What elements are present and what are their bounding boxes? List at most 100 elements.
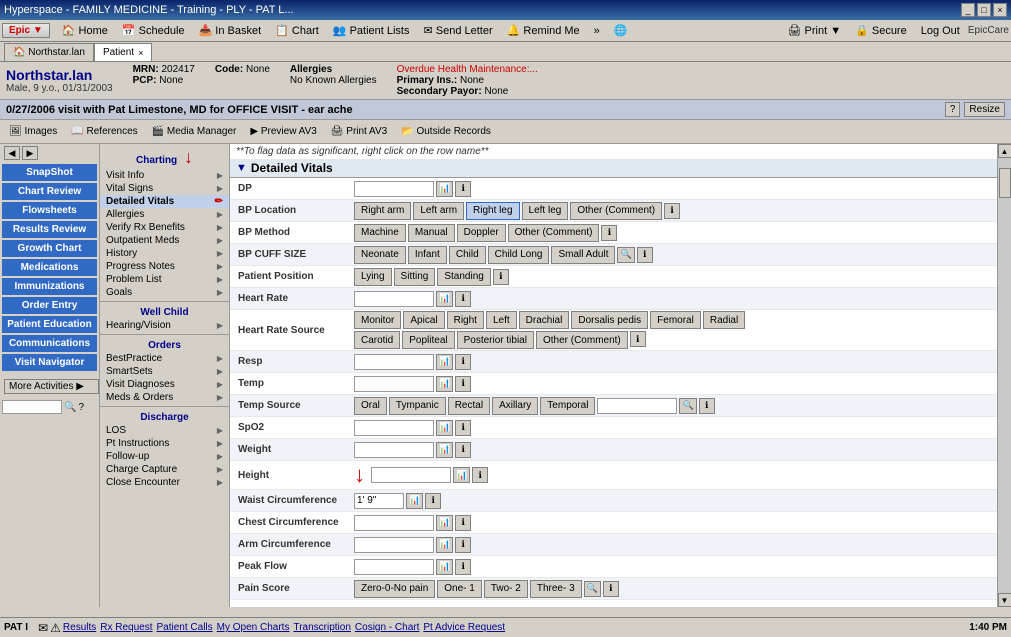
pain-info-btn[interactable]: ℹ (603, 581, 619, 597)
hr-source-apical[interactable]: Apical (403, 311, 444, 329)
hr-source-popliteal[interactable]: Popliteal (402, 331, 454, 349)
close-btn[interactable]: × (993, 3, 1007, 17)
dp-input[interactable] (354, 181, 434, 197)
temp-info-btn[interactable]: ℹ (455, 376, 471, 392)
charting-bestpractice[interactable]: BestPractice ▶ (100, 352, 229, 365)
temp-source-info-btn[interactable]: ℹ (699, 398, 715, 414)
bp-cuff-search-btn[interactable]: 🔍 (617, 247, 634, 263)
temp-tympanic[interactable]: Tympanic (389, 397, 446, 415)
peak-flow-input[interactable] (354, 559, 434, 575)
chest-info-btn[interactable]: ℹ (455, 515, 471, 531)
pain-three[interactable]: Three- 3 (530, 580, 582, 598)
pain-two[interactable]: Two- 2 (484, 580, 528, 598)
pos-lying[interactable]: Lying (354, 268, 392, 286)
bp-method-other[interactable]: Other (Comment) (508, 224, 600, 242)
charting-visit-info[interactable]: Visit Info ▶ (100, 169, 229, 182)
hr-source-femoral[interactable]: Femoral (650, 311, 701, 329)
spo2-input[interactable] (354, 420, 434, 436)
charting-goals[interactable]: Goals ▶ (100, 286, 229, 299)
bp-loc-other[interactable]: Other (Comment) (570, 202, 662, 220)
temp-axillary[interactable]: Axillary (492, 397, 538, 415)
charting-history[interactable]: History ▶ (100, 247, 229, 260)
charting-meds-orders[interactable]: Meds & Orders ▶ (100, 391, 229, 404)
bp-loc-right-leg[interactable]: Right leg (466, 202, 519, 220)
peak-flow-info-btn[interactable]: ℹ (455, 559, 471, 575)
scroll-up-btn[interactable]: ▲ (998, 144, 1011, 158)
hr-source-radial[interactable]: Radial (703, 311, 745, 329)
pos-standing[interactable]: Standing (437, 268, 490, 286)
charting-hearing-vision[interactable]: Hearing/Vision ▶ (100, 319, 229, 332)
hr-source-drachial[interactable]: Drachial (519, 311, 570, 329)
overdue-health-maintenance[interactable]: Overdue Health Maintenance:... (397, 64, 538, 75)
bp-method-info-btn[interactable]: ℹ (601, 225, 617, 241)
hr-source-other[interactable]: Other (Comment) (536, 331, 628, 349)
maximize-btn[interactable]: □ (977, 3, 991, 17)
scroll-down-btn[interactable]: ▼ (998, 593, 1011, 607)
dp-info-btn[interactable]: ℹ (455, 181, 471, 197)
resize-btn[interactable]: Resize (964, 102, 1005, 117)
bp-cuff-info-btn[interactable]: ℹ (637, 247, 653, 263)
vitals-collapse-icon[interactable]: ▼ (236, 162, 247, 174)
menu-web[interactable]: 🌐 (608, 22, 634, 39)
sidebar-immunizations[interactable]: Immunizations (2, 278, 97, 295)
resp-chart-btn[interactable]: 📊 (436, 354, 453, 370)
scroll-thumb[interactable] (999, 168, 1011, 198)
sidebar-order-entry[interactable]: Order Entry (2, 297, 97, 314)
arm-info-btn[interactable]: ℹ (455, 537, 471, 553)
more-activities-btn[interactable]: More Activities ▶ (4, 379, 99, 394)
bp-loc-left-arm[interactable]: Left arm (413, 202, 464, 220)
search-icon[interactable]: 🔍 (64, 402, 76, 413)
heart-rate-chart-btn[interactable]: 📊 (436, 291, 453, 307)
charting-allergies[interactable]: Allergies ▶ (100, 208, 229, 221)
charting-pt-instructions[interactable]: Pt Instructions ▶ (100, 437, 229, 450)
minimize-btn[interactable]: _ (961, 3, 975, 17)
help-icon[interactable]: ? (78, 402, 84, 413)
charting-problem-list[interactable]: Problem List ▶ (100, 273, 229, 286)
tab-northstar[interactable]: 🏠 Northstar.lan (4, 43, 94, 61)
temp-rectal[interactable]: Rectal (448, 397, 490, 415)
sidebar-search-input[interactable] (2, 400, 62, 414)
hr-source-right[interactable]: Right (447, 311, 484, 329)
chest-chart-btn[interactable]: 📊 (436, 515, 453, 531)
temp-source-input[interactable] (597, 398, 677, 414)
sidebar-visit-navigator[interactable]: Visit Navigator (2, 354, 97, 371)
menu-print[interactable]: 🖨 Print ▼ (782, 22, 848, 39)
toolbar-references[interactable]: 📖 References (68, 125, 140, 138)
sidebar-patient-education[interactable]: Patient Education (2, 316, 97, 333)
hr-source-posterior[interactable]: Posterior tibial (457, 331, 534, 349)
sidebar-growth-chart[interactable]: Growth Chart (2, 240, 97, 257)
bp-cuff-infant[interactable]: Infant (408, 246, 447, 264)
height-chart-btn[interactable]: 📊 (453, 467, 470, 483)
height-input[interactable] (371, 467, 451, 483)
charting-detailed-vitals[interactable]: Detailed Vitals ✏ (100, 195, 229, 208)
sidebar-medications[interactable]: Medications (2, 259, 97, 276)
status-warning-icon[interactable]: ⚠ (50, 621, 61, 635)
weight-info-btn[interactable]: ℹ (455, 442, 471, 458)
toolbar-print-av3[interactable]: 🖨 Print AV3 (328, 125, 390, 138)
nav-back-btn[interactable]: ◀ (4, 146, 20, 160)
menu-logout[interactable]: Log Out (915, 23, 966, 39)
nav-forward-btn[interactable]: ▶ (22, 146, 38, 160)
charting-los[interactable]: LOS ▶ (100, 424, 229, 437)
menu-in-basket[interactable]: 📥 In Basket (193, 22, 268, 39)
hr-source-monitor[interactable]: Monitor (354, 311, 401, 329)
dp-chart-btn[interactable]: 📊 (436, 181, 453, 197)
sidebar-flowsheets[interactable]: Flowsheets (2, 202, 97, 219)
toolbar-images[interactable]: 🖼 Images (6, 125, 60, 138)
temp-source-search-btn[interactable]: 🔍 (679, 398, 696, 414)
hr-source-info-btn[interactable]: ℹ (630, 331, 646, 347)
sidebar-chart-review[interactable]: Chart Review (2, 183, 97, 200)
status-patient-calls[interactable]: Patient Calls (157, 622, 213, 633)
weight-chart-btn[interactable]: 📊 (436, 442, 453, 458)
status-cosign[interactable]: Cosign - Chart (355, 622, 419, 633)
charting-outpatient-meds[interactable]: Outpatient Meds ▶ (100, 234, 229, 247)
status-envelope-icon[interactable]: ✉ (38, 621, 48, 635)
menu-schedule[interactable]: 📅 Schedule (116, 22, 191, 39)
sidebar-communications[interactable]: Communications (2, 335, 97, 352)
status-rx-request[interactable]: Rx Request (100, 622, 152, 633)
patient-position-info-btn[interactable]: ℹ (493, 269, 509, 285)
pos-sitting[interactable]: Sitting (394, 268, 436, 286)
bp-cuff-neonate[interactable]: Neonate (354, 246, 406, 264)
toolbar-preview-av3[interactable]: ▶ Preview AV3 (247, 125, 319, 138)
bp-method-doppler[interactable]: Doppler (457, 224, 506, 242)
